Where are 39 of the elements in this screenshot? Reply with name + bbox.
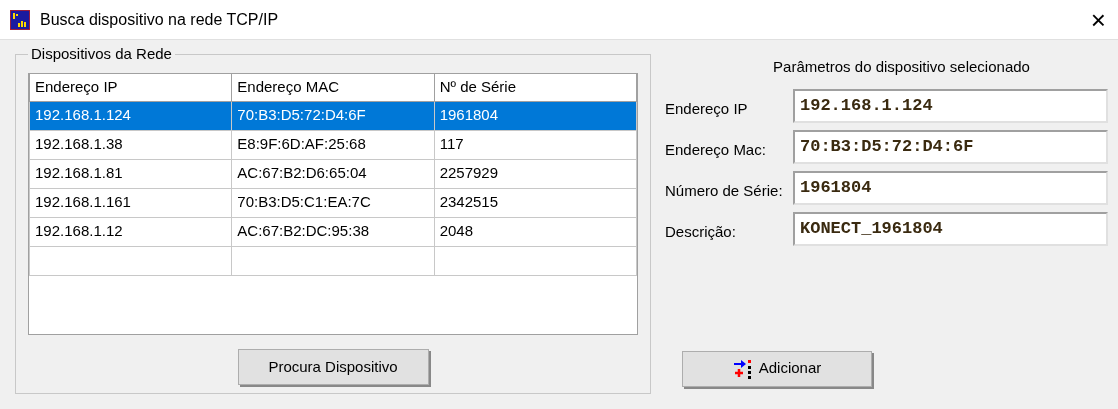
device-row[interactable]: 192.168.1.161 70:B3:D5:C1:EA:7C 2342515 [29, 188, 637, 217]
table-cell: 70:B3:D5:72:D4:6F [231, 101, 435, 130]
add-arrow-icon [732, 358, 753, 379]
group-title: Dispositivos da Rede [28, 45, 175, 63]
device-row[interactable]: 192.168.1.81 AC:67:B2:D6:65:04 2257929 [29, 159, 637, 188]
field-label: Endereço IP [665, 99, 749, 120]
close-button[interactable]: × [1086, 6, 1110, 33]
table-cell: 2342515 [434, 188, 637, 217]
table-cell: 192.168.1.12 [29, 217, 232, 246]
device-row[interactable]: 192.168.1.38 E8:9F:6D:AF:25:68 117 [29, 130, 637, 159]
table-cell: 192.168.1.38 [29, 130, 232, 159]
input-field[interactable]: 1961804 [793, 170, 1108, 205]
table-cell: 2257929 [434, 159, 637, 188]
table-cell: 192.168.1.124 [29, 101, 232, 130]
input-field[interactable]: KONECT_1961804 [793, 211, 1108, 246]
table-cell: 192.168.1.81 [29, 159, 232, 188]
table-cell: 192.168.1.161 [29, 188, 232, 217]
table-cell: AC:67:B2:DC:95:38 [231, 217, 435, 246]
window-title: Busca dispositivo na rede TCP/IP [40, 9, 280, 30]
device-row[interactable]: 192.168.1.12 AC:67:B2:DC:95:38 2048 [29, 217, 637, 246]
input-field[interactable]: 70:B3:D5:72:D4:6F [793, 129, 1108, 164]
column-header[interactable]: Endereço IP [29, 74, 232, 101]
search-devices-button[interactable]: Procura Dispositivo [237, 349, 429, 385]
device-row[interactable]: 192.168.1.124 70:B3:D5:72:D4:6F 1961804 [29, 101, 637, 130]
field-label: Descrição: [665, 222, 737, 243]
add-button[interactable]: Adicionar [682, 350, 872, 387]
table-cell: 1961804 [434, 101, 637, 130]
column-header[interactable]: Nº de Série [434, 74, 637, 101]
table-cell: 117 [434, 130, 637, 159]
table-cell: 2048 [434, 217, 637, 246]
field-label: Número de Série: [665, 181, 784, 202]
table-cell: 70:B3:D5:C1:EA:7C [231, 188, 435, 217]
params-title: Parâmetros do dispositivo selecionado [772, 57, 1031, 77]
table-cell: E8:9F:6D:AF:25:68 [231, 130, 435, 159]
input-field[interactable]: 192.168.1.124 [793, 88, 1108, 123]
field-label: Endereço Mac: [665, 140, 767, 161]
column-header[interactable]: Endereço MAC [231, 74, 435, 101]
app-icon [10, 9, 30, 30]
table-cell: AC:67:B2:D6:65:04 [231, 159, 435, 188]
